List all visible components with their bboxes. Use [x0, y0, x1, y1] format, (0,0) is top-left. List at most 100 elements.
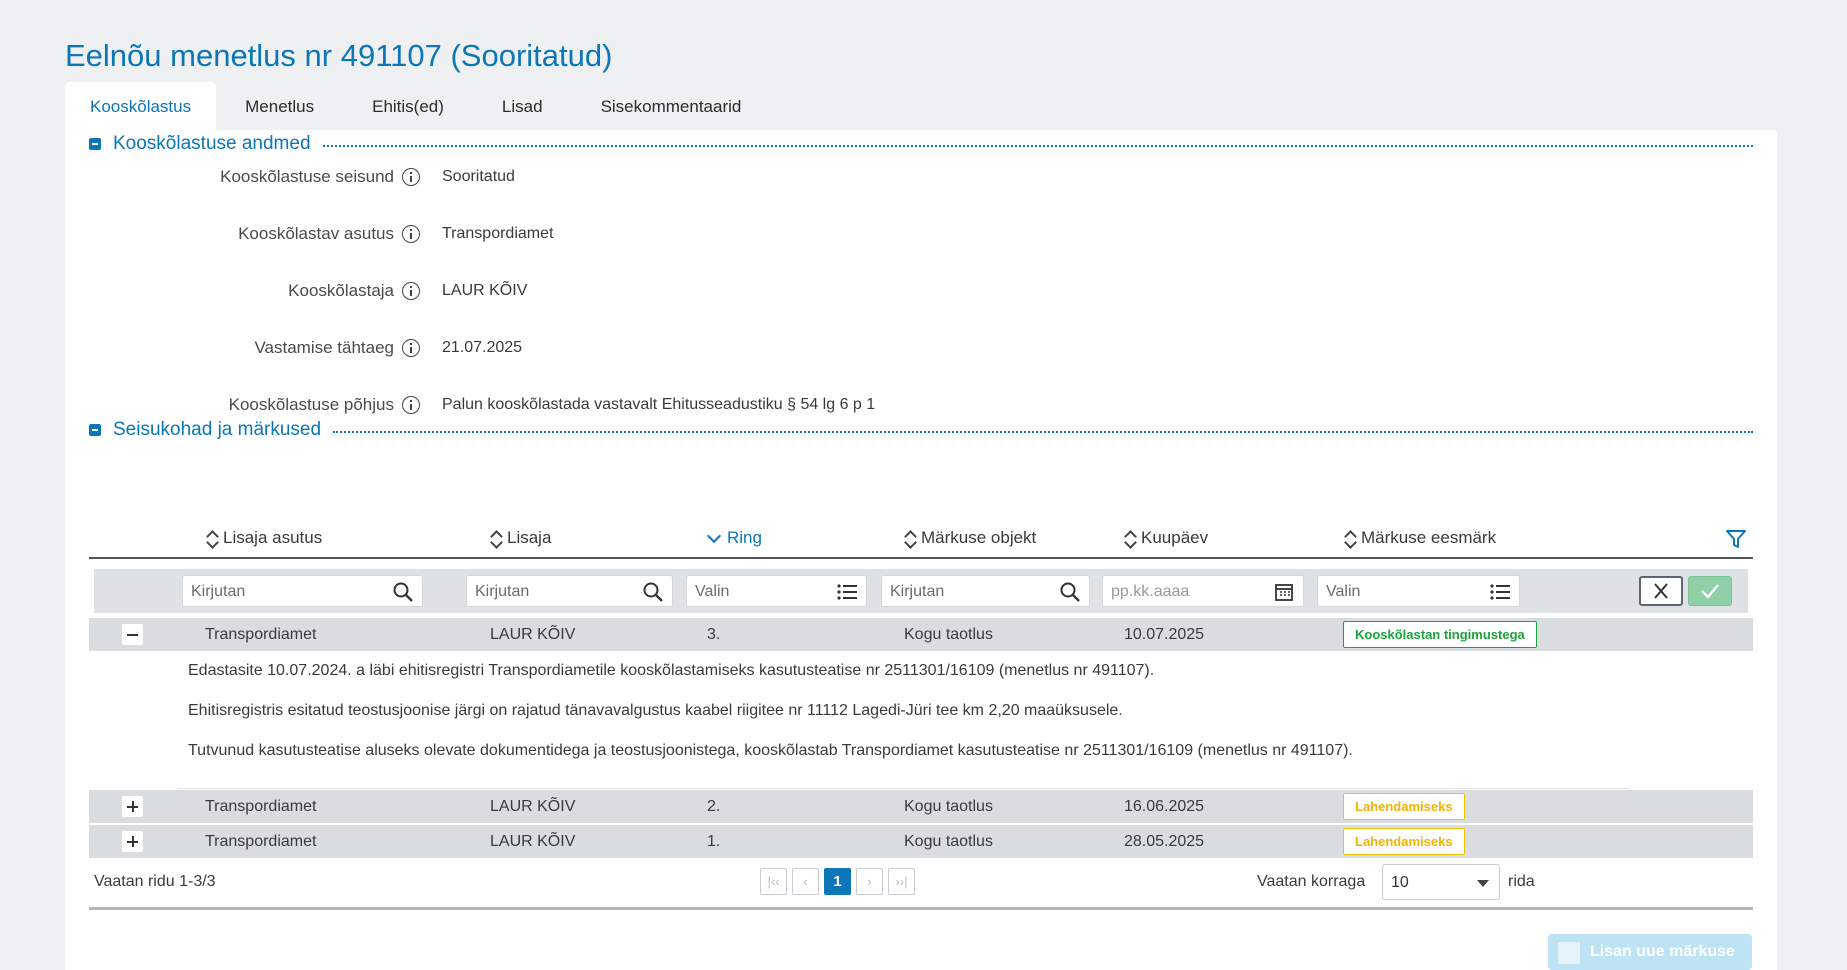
filter-lisaja-asutus[interactable]	[182, 575, 423, 608]
info-icon[interactable]	[402, 225, 420, 243]
cell-kuupaev: 28.05.2025	[1124, 833, 1205, 850]
calendar-icon[interactable]	[1273, 581, 1295, 603]
per-page-label: Vaatan korraga	[1257, 873, 1366, 890]
list-icon[interactable]	[836, 581, 858, 603]
expand-row-button[interactable]	[122, 796, 143, 817]
detail-divider	[177, 788, 1629, 789]
cell-objekt: Kogu taotlus	[904, 626, 993, 643]
row-range-text: Vaatan ridu 1-3/3	[94, 873, 216, 890]
field-value: Transpordiamet	[442, 225, 554, 242]
table-row[interactable]: Transpordiamet LAUR KÕIV 3. Kogu taotlus…	[89, 618, 1753, 651]
filter-markuse-eesmark-input[interactable]	[1324, 576, 1488, 608]
field-value: Sooritatud	[442, 168, 515, 185]
tab-kooskolastus[interactable]: Kooskõlastus	[65, 82, 217, 130]
column-header-lisaja[interactable]: Lisaja	[490, 519, 551, 557]
column-header-markuse-objekt[interactable]: Märkuse objekt	[904, 519, 1036, 557]
apply-filters-button[interactable]	[1688, 576, 1732, 606]
tab-lisad[interactable]: Lisad	[473, 82, 572, 130]
collapse-icon[interactable]	[89, 138, 101, 150]
sort-icon	[490, 529, 502, 547]
column-label: Märkuse eesmärk	[1361, 528, 1497, 547]
cell-kuupaev: 10.07.2025	[1124, 626, 1205, 643]
field-label: Kooskõlastuse põhjus	[228, 395, 394, 414]
filter-markuse-objekt[interactable]	[881, 575, 1090, 608]
tab-bar: Kooskõlastus Menetlus Ehitis(ed) Lisad S…	[65, 82, 770, 130]
content-panel: Kooskõlastuse andmed Kooskõlastuse seisu…	[65, 130, 1777, 970]
per-page-select[interactable]: 10	[1382, 864, 1500, 900]
column-header-ring[interactable]: Ring	[707, 519, 762, 557]
column-label: Märkuse objekt	[921, 528, 1037, 547]
info-icon[interactable]	[402, 339, 420, 357]
filter-ring-input[interactable]	[693, 576, 837, 608]
table-row[interactable]: Transpordiamet LAUR KÕIV 2. Kogu taotlus…	[89, 790, 1753, 823]
tab-sisekommentaarid[interactable]: Sisekommentaarid	[572, 82, 771, 130]
column-header-kuupaev[interactable]: Kuupäev	[1124, 519, 1208, 557]
check-icon	[1701, 584, 1719, 599]
cell-ring: 3.	[707, 626, 721, 643]
section-title: Seisukohad ja märkused	[113, 419, 322, 440]
section-divider	[322, 145, 1753, 147]
cell-lisaja: LAUR KÕIV	[490, 833, 576, 850]
add-remark-label: Lisan uue märkuse	[1590, 943, 1735, 960]
sort-desc-icon	[707, 531, 721, 545]
collapse-row-button[interactable]	[122, 624, 143, 645]
search-icon[interactable]	[642, 581, 664, 603]
filter-lisaja-asutus-input[interactable]	[189, 576, 393, 608]
grid-header: Lisaja asutus Lisaja Ring Märkuse objekt…	[89, 519, 1753, 559]
first-page-button[interactable]: |‹‹	[760, 868, 787, 895]
field-row-kooskolastaja: Kooskõlastaja LAUR KÕIV	[65, 276, 1065, 306]
next-page-button[interactable]: ›	[856, 868, 883, 895]
field-label: Vastamise tähtaeg	[254, 338, 394, 357]
clear-filters-button[interactable]	[1639, 576, 1683, 606]
list-icon[interactable]	[1489, 581, 1511, 603]
section-header-kooskolastuse-andmed: Kooskõlastuse andmed	[89, 132, 1753, 156]
cell-asutus: Transpordiamet	[205, 833, 317, 850]
page-button-current[interactable]: 1	[824, 868, 851, 895]
cell-ring: 1.	[707, 833, 721, 850]
tab-menetlus[interactable]: Menetlus	[216, 82, 343, 130]
filter-kuupaev[interactable]	[1102, 575, 1304, 608]
filter-lisaja-input[interactable]	[473, 576, 647, 608]
section-divider	[333, 431, 1753, 433]
filter-markuse-objekt-input[interactable]	[888, 576, 1062, 608]
filter-icon[interactable]	[1725, 528, 1747, 550]
table-row[interactable]: Transpordiamet LAUR KÕIV 1. Kogu taotlus…	[89, 825, 1753, 858]
search-icon[interactable]	[1059, 581, 1081, 603]
last-page-button[interactable]: ››|	[888, 868, 915, 895]
filter-lisaja[interactable]	[466, 575, 673, 608]
expand-row-button[interactable]	[122, 831, 143, 852]
filter-markuse-eesmark[interactable]	[1317, 575, 1520, 608]
column-label: Kuupäev	[1141, 528, 1209, 547]
search-icon[interactable]	[392, 581, 414, 603]
status-badge: Kooskõlastan tingimustega	[1343, 621, 1537, 648]
cell-lisaja: LAUR KÕIV	[490, 798, 576, 815]
collapse-icon[interactable]	[89, 424, 101, 436]
prev-page-button[interactable]: ‹	[792, 868, 819, 895]
cell-lisaja: LAUR KÕIV	[490, 626, 576, 643]
section-title: Kooskõlastuse andmed	[113, 133, 311, 154]
info-icon[interactable]	[402, 282, 420, 300]
chevron-down-icon	[1477, 880, 1489, 887]
section-header-seisukohad: Seisukohad ja märkused	[89, 418, 1753, 442]
info-icon[interactable]	[402, 168, 420, 186]
close-icon	[1654, 583, 1668, 599]
filter-kuupaev-input[interactable]	[1109, 576, 1273, 608]
plus-icon	[1558, 942, 1580, 964]
field-label: Kooskõlastaja	[288, 281, 394, 300]
status-badge: Lahendamiseks	[1343, 828, 1465, 855]
column-header-markuse-eesmark[interactable]: Märkuse eesmärk	[1344, 519, 1496, 557]
cell-asutus: Transpordiamet	[205, 798, 317, 815]
sort-icon	[904, 529, 916, 547]
sort-icon	[1124, 529, 1136, 547]
field-value: 21.07.2025	[442, 339, 523, 356]
tab-ehitised[interactable]: Ehitis(ed)	[343, 82, 473, 130]
filter-ring[interactable]	[686, 575, 867, 608]
column-header-lisaja-asutus[interactable]: Lisaja asutus	[206, 519, 322, 557]
per-page-suffix: rida	[1508, 873, 1535, 890]
minus-icon	[127, 633, 138, 636]
add-remark-button[interactable]: Lisan uue märkuse	[1548, 934, 1752, 970]
info-icon[interactable]	[402, 396, 420, 414]
grid-bottom-border	[89, 907, 1753, 910]
plus-icon-vertical	[131, 836, 134, 847]
detail-text: Ehitisregistris esitatud teostusjoonise …	[188, 702, 1123, 719]
